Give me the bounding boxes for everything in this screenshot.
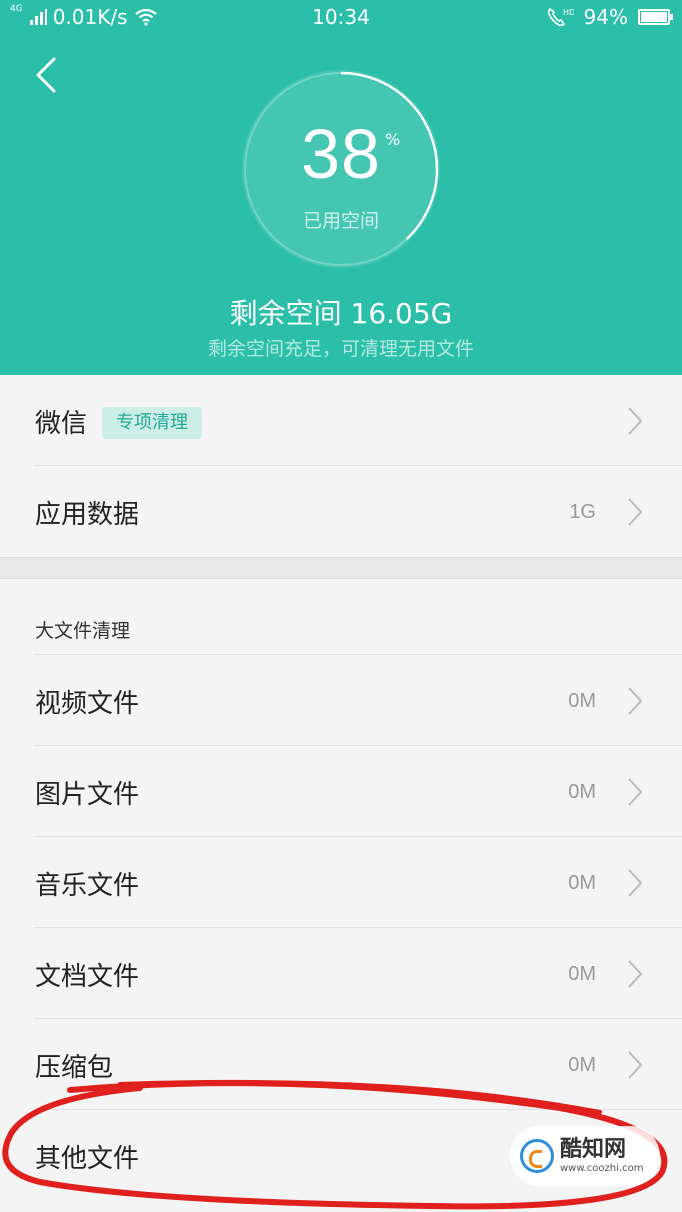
- battery-percent: 94%: [583, 5, 628, 29]
- size-value: 0M: [568, 781, 596, 803]
- remaining-space-hint: 剩余空间充足，可清理无用文件: [207, 338, 474, 360]
- list-item-label: 视频文件: [35, 689, 140, 719]
- phone-hd-icon: HD: [547, 7, 574, 27]
- watermark-url: www.coozhi.com: [560, 1162, 644, 1174]
- chevron-right-icon: [628, 407, 643, 435]
- list-item-wechat[interactable]: 微信 专项清理: [0, 375, 682, 466]
- list-item-label: 微信: [35, 409, 88, 439]
- section-title: 大文件清理: [35, 620, 131, 642]
- watermark-title: 酷知网: [560, 1136, 627, 1162]
- list-item-music[interactable]: 音乐文件 0M: [0, 837, 682, 928]
- list-item-documents[interactable]: 文档文件 0M: [0, 928, 682, 1019]
- coozhi-logo-icon: [520, 1139, 554, 1173]
- size-value: 0M: [568, 963, 596, 985]
- chevron-right-icon: [628, 1051, 643, 1079]
- chevron-right-icon: [628, 498, 643, 526]
- size-value: 0M: [568, 690, 596, 712]
- large-files-list: 视频文件 0M 图片文件 0M 音乐文件 0M 文档文件 0M 压缩包 0M 其…: [0, 655, 682, 1201]
- chevron-right-icon: [628, 869, 643, 897]
- usage-percent: 38: [301, 115, 381, 193]
- list-item-label: 图片文件: [35, 780, 140, 810]
- hd-label: HD: [563, 8, 574, 17]
- list-item-archives[interactable]: 压缩包 0M: [0, 1019, 682, 1110]
- size-value: 0M: [568, 872, 596, 894]
- list-item-images[interactable]: 图片文件 0M: [0, 746, 682, 837]
- list-item-label: 压缩包: [35, 1053, 114, 1083]
- top-list: 微信 专项清理 应用数据 1G: [0, 375, 682, 557]
- special-clean-badge: 专项清理: [102, 407, 202, 439]
- list-item-label: 音乐文件: [35, 871, 140, 901]
- list-item-label: 文档文件: [35, 962, 140, 992]
- percent-symbol: %: [385, 130, 401, 149]
- battery-icon: [638, 9, 673, 25]
- size-value: 0M: [568, 1054, 596, 1076]
- list-item-label: 其他文件: [35, 1144, 140, 1174]
- list-item-video[interactable]: 视频文件 0M: [0, 655, 682, 746]
- usage-ring: 38 % 已用空间: [242, 70, 440, 268]
- storage-header: 4G 0.01K/s 10:34 HD 94% 38 % 已用空间 剩余空间 1…: [0, 0, 682, 375]
- back-arrow-icon[interactable]: [30, 55, 64, 95]
- watermark: 酷知网 www.coozhi.com: [510, 1126, 660, 1186]
- chevron-right-icon: [628, 687, 643, 715]
- list-item-app-data[interactable]: 应用数据 1G: [0, 466, 682, 557]
- section-separator: [0, 557, 682, 579]
- remaining-space: 剩余空间 16.05G: [229, 297, 453, 330]
- chevron-right-icon: [628, 960, 643, 988]
- size-value: 1G: [569, 501, 596, 523]
- chevron-right-icon: [628, 778, 643, 806]
- used-space-label: 已用空间: [302, 210, 379, 232]
- status-bar: 4G 0.01K/s 10:34 HD 94%: [0, 0, 682, 36]
- list-item-label: 应用数据: [35, 500, 140, 530]
